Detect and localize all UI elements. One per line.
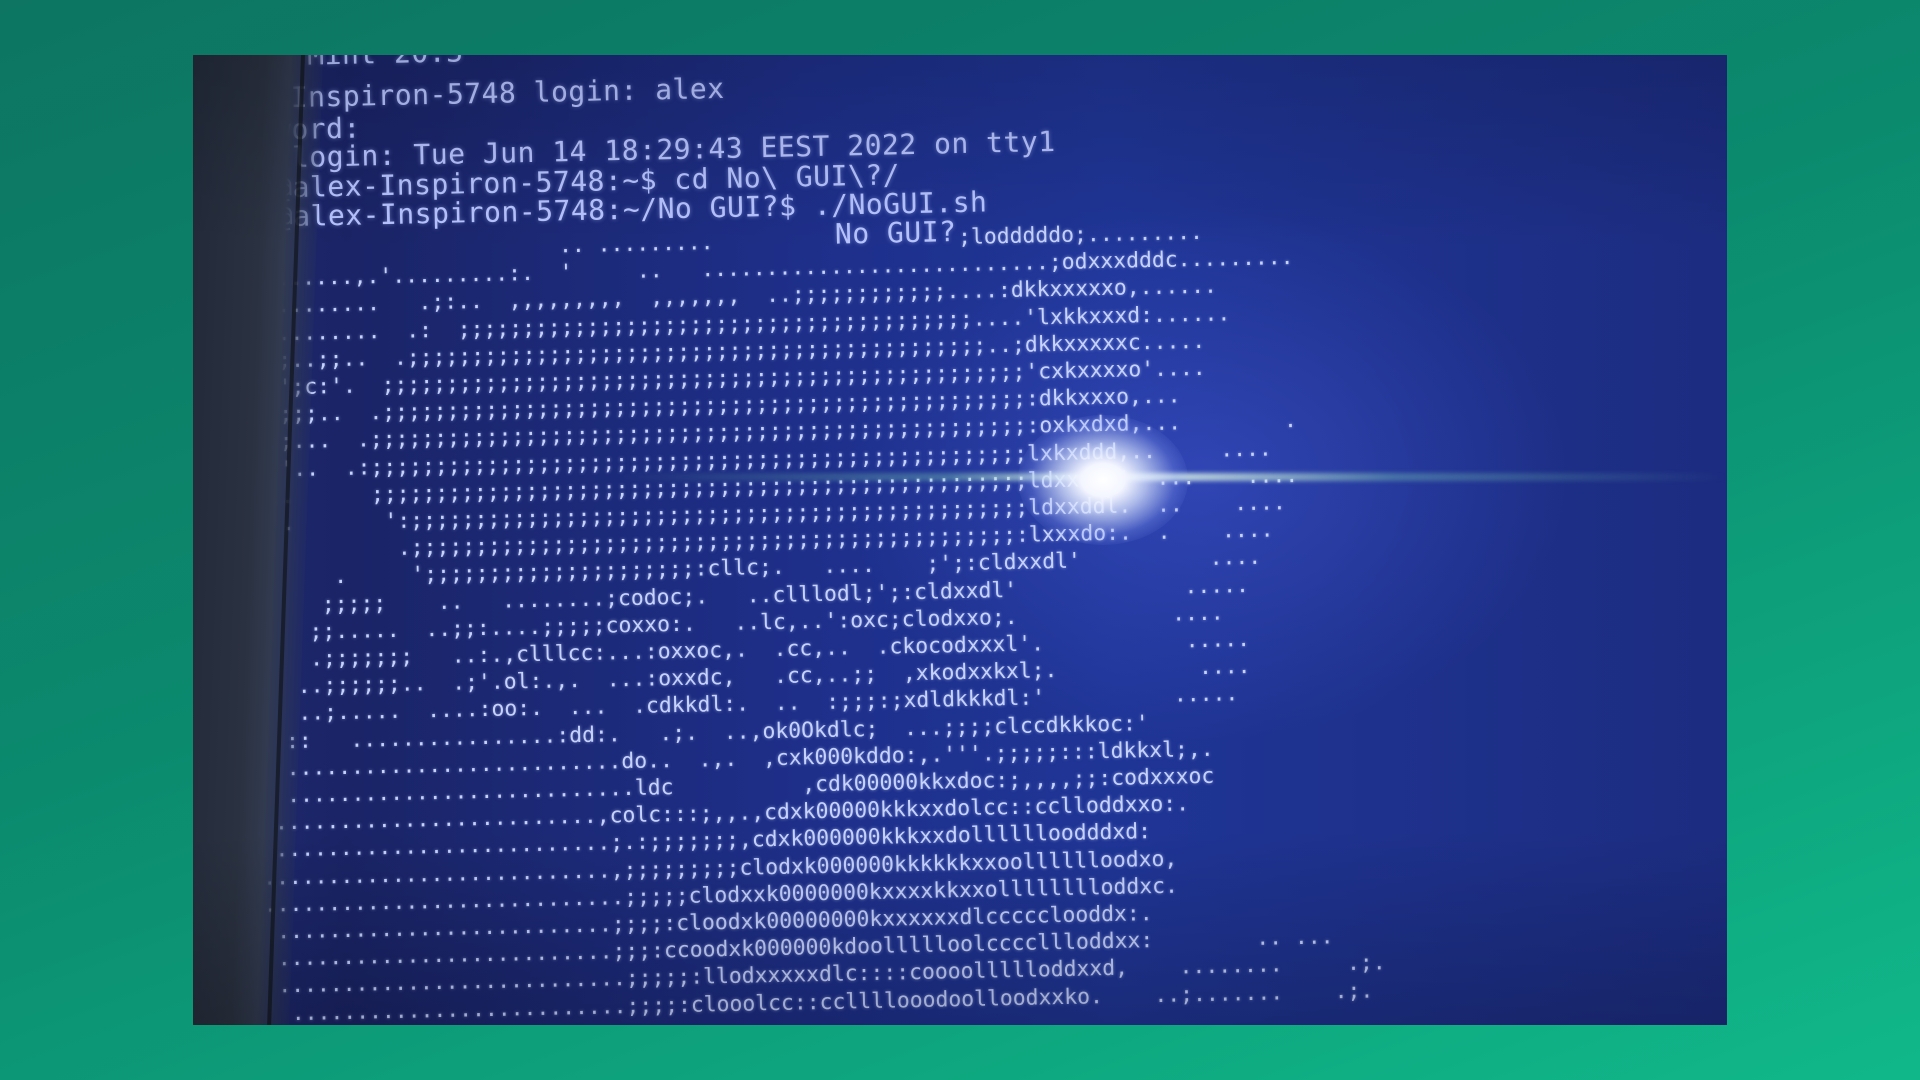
terminal-photo: Linux Mint 20.3 alex-Inspiron-5748 login… (193, 55, 1727, 1025)
ascii-art-output: .. ......... ;lodddddo;......... .......… (237, 215, 1387, 1025)
light-glare (1018, 415, 1188, 545)
terminal-screen: Linux Mint 20.3 alex-Inspiron-5748 login… (193, 55, 1727, 1025)
